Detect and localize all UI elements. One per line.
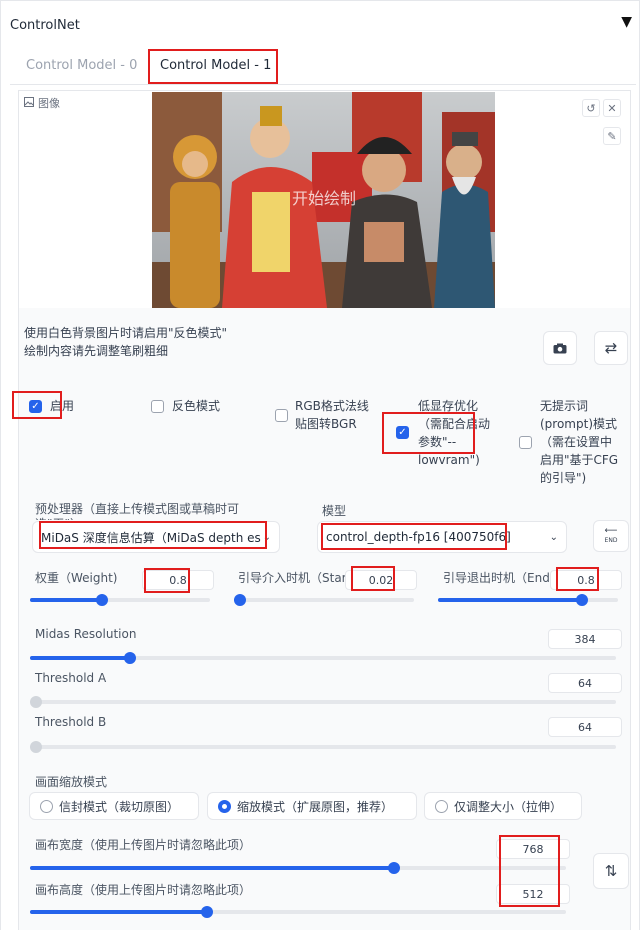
collapse-caret-icon[interactable]: ▼ bbox=[621, 14, 632, 30]
resize-option-stretch[interactable]: 仅调整大小（拉伸） bbox=[424, 792, 582, 820]
slider-handle[interactable] bbox=[96, 594, 108, 606]
radio-button[interactable] bbox=[435, 799, 448, 813]
radio-button[interactable] bbox=[218, 799, 231, 813]
image-watermark: 开始绘制 bbox=[292, 189, 356, 208]
slider-handle[interactable] bbox=[30, 696, 42, 708]
highlight-box bbox=[382, 412, 475, 454]
slider-fill bbox=[30, 598, 102, 602]
highlight-box bbox=[39, 521, 267, 549]
tab-control-model-0[interactable]: Control Model - 0 bbox=[26, 58, 137, 73]
hint-line-2: 绘制内容请先调整笔刷粗细 bbox=[24, 344, 169, 358]
highlight-box bbox=[148, 49, 278, 84]
midas-slider[interactable] bbox=[30, 652, 616, 664]
image-hint: 使用白色背景图片时请启用"反色模式" 绘制内容请先调整笔刷粗细 bbox=[24, 324, 227, 360]
swap-vertical-icon[interactable]: ⇅ bbox=[593, 853, 629, 889]
midas-input[interactable]: 384 bbox=[548, 629, 622, 649]
chevron-down-icon: ⌄ bbox=[549, 531, 558, 543]
swap-icon[interactable]: ⇄ bbox=[594, 331, 628, 365]
image-label: 图像 bbox=[24, 95, 60, 111]
slider-fill bbox=[438, 598, 582, 602]
resize-option-scale[interactable]: 缩放模式（扩展原图，推荐） bbox=[207, 792, 417, 820]
start-label: 引导介入时机（Start bbox=[238, 571, 348, 585]
canvas-height-label: 画布高度（使用上传图片时请忽略此项） bbox=[35, 883, 252, 897]
weight-slider[interactable] bbox=[30, 594, 210, 606]
brush-icon[interactable]: ✎ bbox=[603, 127, 621, 145]
preprocessor-label: 预处理器（直接上传模式图或草稿时可选"无"） bbox=[35, 502, 240, 520]
rgb-bgr-label: RGB格式法线 贴图转BGR bbox=[295, 399, 369, 431]
threshold-a-slider[interactable] bbox=[30, 696, 616, 708]
hint-line-1: 使用白色背景图片时请启用"反色模式" bbox=[24, 326, 228, 340]
slider-handle[interactable] bbox=[30, 741, 42, 753]
weight-label: 权重（Weight) bbox=[35, 571, 118, 585]
canvas-width-slider[interactable] bbox=[30, 862, 566, 874]
threshold-b-label: Threshold B bbox=[35, 715, 107, 729]
threshold-b-slider[interactable] bbox=[30, 741, 616, 753]
model-label: 模型 bbox=[322, 504, 347, 518]
slider-handle[interactable] bbox=[123, 652, 136, 664]
start-slider[interactable] bbox=[234, 594, 414, 606]
image-icon bbox=[24, 96, 34, 110]
highlight-box bbox=[351, 566, 395, 591]
invert-checkbox[interactable] bbox=[151, 400, 164, 413]
canvas-width-label: 画布宽度（使用上传图片时请忽略此项） bbox=[35, 838, 252, 852]
slider-handle[interactable] bbox=[234, 594, 246, 606]
highlight-box bbox=[12, 391, 62, 419]
canvas-height-slider[interactable] bbox=[30, 906, 566, 918]
end-slider[interactable] bbox=[438, 594, 618, 606]
highlight-box bbox=[556, 567, 599, 591]
threshold-b-input[interactable]: 64 bbox=[548, 717, 622, 737]
resize-option-envelope[interactable]: 信封模式（裁切原图） bbox=[29, 792, 199, 820]
slider-handle[interactable] bbox=[200, 906, 213, 918]
slider-fill bbox=[30, 866, 395, 870]
end-label: 引导退出时机（End bbox=[443, 571, 550, 585]
uploaded-image[interactable]: 开始绘制 bbox=[152, 92, 495, 308]
slider-fill bbox=[30, 656, 130, 660]
close-icon[interactable]: ✕ bbox=[603, 99, 621, 117]
guess-mode-checkbox[interactable] bbox=[519, 436, 532, 449]
threshold-a-label: Threshold A bbox=[35, 671, 107, 685]
tabs-divider bbox=[10, 84, 636, 85]
panel-title: ControlNet bbox=[10, 18, 80, 33]
highlight-box bbox=[321, 523, 507, 550]
highlight-box bbox=[499, 835, 560, 907]
rgb-bgr-checkbox[interactable] bbox=[275, 409, 288, 422]
slider-fill bbox=[30, 910, 207, 914]
send-end-icon[interactable]: ⟵ END bbox=[593, 520, 629, 552]
guess-mode-label: 无提示词 (prompt)模式 （需在设置中 启用"基于CFG 的引导") bbox=[540, 399, 619, 485]
slider-handle[interactable] bbox=[576, 594, 588, 606]
highlight-box bbox=[144, 568, 190, 593]
resize-mode-label: 画面缩放模式 bbox=[35, 775, 108, 789]
undo-icon[interactable]: ↺ bbox=[582, 99, 600, 117]
threshold-a-input[interactable]: 64 bbox=[548, 673, 622, 693]
invert-label: 反色模式 bbox=[172, 399, 221, 413]
radio-button[interactable] bbox=[40, 799, 53, 813]
camera-icon[interactable] bbox=[543, 331, 577, 365]
midas-label: Midas Resolution bbox=[35, 627, 137, 641]
